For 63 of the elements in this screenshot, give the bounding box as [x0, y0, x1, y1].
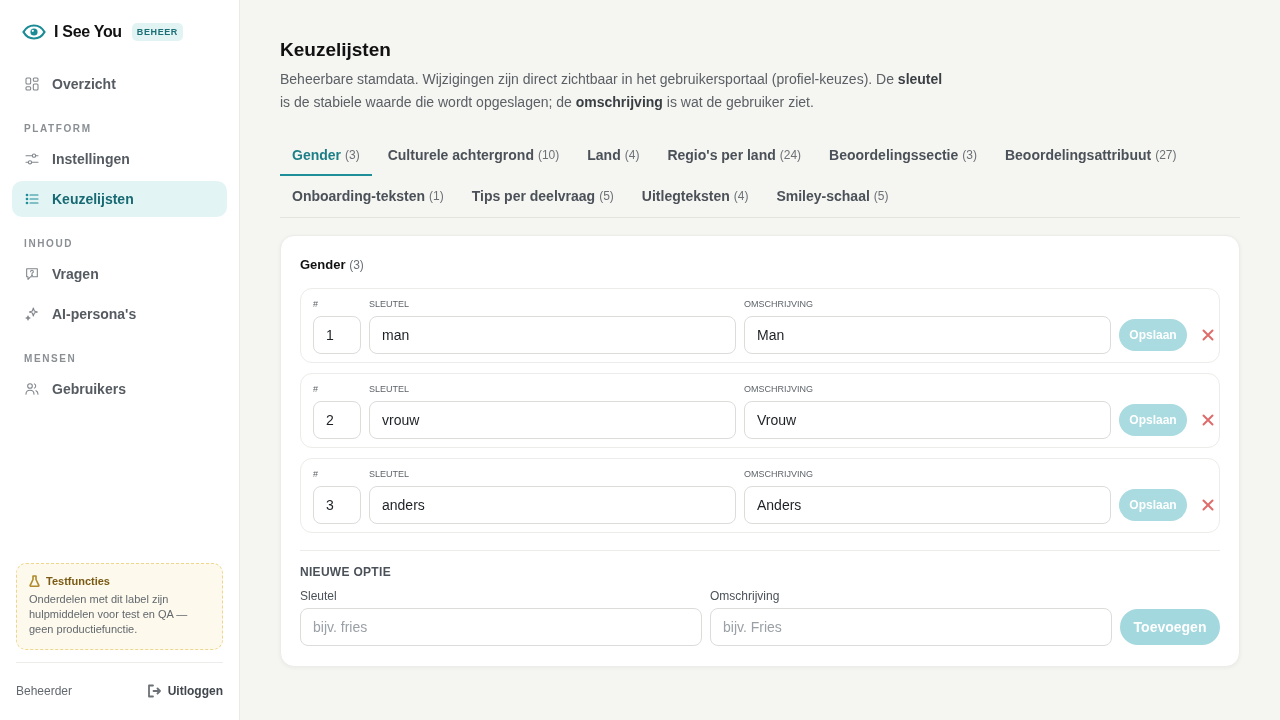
speech-bubble-icon: [24, 266, 40, 282]
description-input[interactable]: Man: [744, 316, 1111, 354]
notice-title: Testfuncties: [46, 575, 110, 587]
tab[interactable]: Uitlegteksten (4): [629, 177, 761, 217]
tab[interactable]: Smiley-schaal (5): [764, 177, 901, 217]
user-name: Beheerder: [16, 683, 73, 698]
field-label: #: [313, 383, 319, 395]
page-title: Keuzelijsten: [280, 38, 392, 62]
order-input[interactable]: 1: [313, 316, 361, 354]
tab[interactable]: Gender (3): [280, 136, 372, 176]
nav-section-heading: MENSEN: [23, 352, 78, 366]
logout-button[interactable]: Uitloggen: [146, 683, 223, 698]
cross-icon[interactable]: [1202, 499, 1214, 511]
door-arrow-icon: [146, 683, 161, 698]
tab[interactable]: Tips per deelvraag (5): [459, 177, 626, 217]
sliders-icon: [24, 151, 40, 167]
eye-icon: [22, 24, 46, 40]
field-label: OMSCHRIJVING: [744, 383, 814, 395]
section-heading: NIEUWE OPTIE: [300, 565, 392, 579]
tab[interactable]: Land (4): [575, 136, 652, 176]
brand-name: I See You: [54, 23, 122, 41]
field-label: Sleutel: [300, 589, 338, 603]
grid-icon: [24, 76, 40, 92]
users-icon: [24, 381, 40, 397]
order-input[interactable]: 2: [313, 401, 361, 439]
tab[interactable]: Regio's per land (24): [655, 136, 814, 176]
field-label: SLEUTEL: [369, 383, 411, 395]
description-input[interactable]: bijv. Fries: [710, 608, 1112, 646]
field-label: SLEUTEL: [369, 468, 411, 480]
card-title: Gender (3): [300, 257, 365, 273]
nav-section-heading: PLATFORM: [23, 122, 93, 136]
field-label: OMSCHRIJVING: [744, 468, 814, 480]
field-label: SLEUTEL: [369, 298, 411, 310]
nav-item[interactable]: AI-persona's: [12, 296, 227, 332]
cross-icon[interactable]: [1202, 329, 1214, 341]
description-input[interactable]: Anders: [744, 486, 1111, 524]
notice-text: Onderdelen met dit label zijn hulpmiddelen voor test en QA — geen productiefunctie.: [29, 592, 189, 637]
field-label: OMSCHRIJVING: [744, 298, 814, 310]
tab[interactable]: Culturele achtergrond (10): [375, 136, 572, 176]
nav-item[interactable]: Keuzelijsten: [12, 181, 227, 217]
sparkles-icon: [24, 306, 40, 322]
key-input[interactable]: man: [369, 316, 736, 354]
order-input[interactable]: 3: [313, 486, 361, 524]
field-label: #: [313, 298, 319, 310]
description-input[interactable]: Vrouw: [744, 401, 1111, 439]
key-input[interactable]: vrouw: [369, 401, 736, 439]
role-badge: BEHEER: [131, 23, 183, 41]
field-label: Omschrijving: [710, 589, 781, 603]
tab[interactable]: Onboarding-teksten (1): [280, 177, 456, 217]
nav-item[interactable]: Gebruikers: [12, 371, 227, 407]
cross-icon[interactable]: [1202, 414, 1214, 426]
tab[interactable]: Beoordelingsattribuut (27): [992, 136, 1189, 176]
key-input[interactable]: anders: [369, 486, 736, 524]
tab[interactable]: Beoordelingssectie (3): [817, 136, 989, 176]
nav-item[interactable]: Overzicht: [12, 66, 227, 102]
nav-section-heading: INHOUD: [23, 237, 75, 251]
key-input[interactable]: bijv. fries: [300, 608, 702, 646]
page-description: Beheerbare stamdata. Wijzigingen zijn direct zichtbaar in het gebruikersportaal (profiel-keuzes). De sleutel is de stabiele waarde die wordt opgeslagen; de omschrijving is wat de gebruiker ziet.: [280, 70, 944, 112]
nav-item[interactable]: Instellingen: [12, 141, 227, 177]
nav-item[interactable]: Vragen: [12, 256, 227, 292]
list-icon: [24, 191, 40, 207]
flask-icon: [29, 575, 40, 587]
field-label: #: [313, 468, 319, 480]
